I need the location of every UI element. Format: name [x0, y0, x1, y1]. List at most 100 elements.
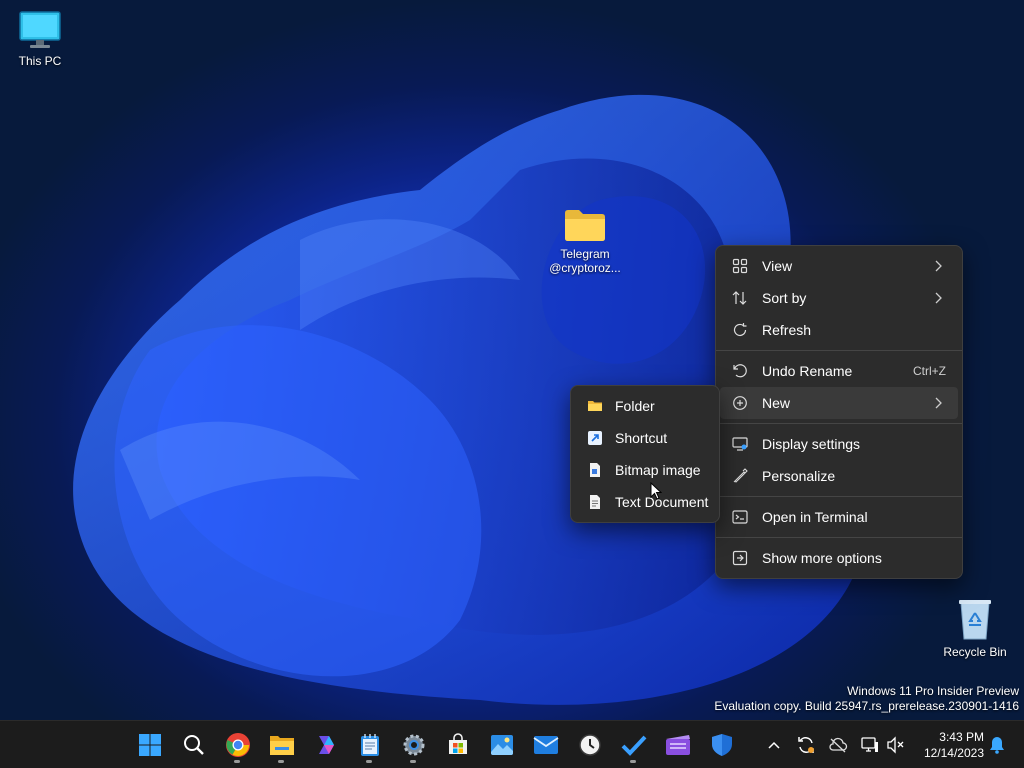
menu-item-undo-rename-label: Undo Rename — [762, 363, 853, 379]
clipchamp-icon — [666, 735, 690, 755]
bell-icon — [990, 737, 1004, 754]
telegram-folder-label: Telegram @cryptoroz... — [549, 247, 621, 275]
undo-icon — [733, 364, 747, 378]
undo-shortcut: Ctrl+Z — [913, 364, 946, 378]
settings-gear-icon — [403, 734, 425, 756]
taskbar-app-todo[interactable] — [614, 725, 654, 765]
submenu-item-text-document[interactable]: Text Document — [575, 486, 715, 518]
running-indicator — [278, 760, 284, 763]
menu-separator — [716, 537, 962, 538]
taskbar: 3:43 PM 12/14/2023 — [0, 720, 1024, 768]
new-submenu: Folder Shortcut Bitmap image Text Docume… — [570, 385, 720, 523]
monitor-icon — [19, 11, 61, 48]
chevron-right-icon — [935, 397, 942, 409]
submenu-item-shortcut-label: Shortcut — [615, 430, 668, 446]
menu-item-new[interactable]: New — [720, 387, 958, 419]
submenu-item-bitmap-image-label: Bitmap image — [615, 462, 701, 478]
this-pc-desktop-icon[interactable]: This PC — [0, 10, 80, 68]
photos-icon — [491, 735, 513, 755]
submenu-item-shortcut[interactable]: Shortcut — [575, 422, 715, 454]
menu-item-show-more-options-label: Show more options — [762, 550, 882, 566]
todo-checkmark-icon — [621, 735, 647, 756]
watermark-line-1: Windows 11 Pro Insider Preview — [847, 684, 1019, 698]
menu-item-personalize-label: Personalize — [762, 468, 836, 484]
chevron-right-icon — [935, 292, 942, 304]
tray-sync-button[interactable] — [794, 733, 818, 757]
sync-icon — [798, 737, 814, 753]
taskbar-clock[interactable]: 3:43 PM 12/14/2023 — [924, 729, 984, 761]
taskbar-app-chrome[interactable] — [218, 725, 258, 765]
menu-separator — [716, 350, 962, 351]
desktop[interactable]: This PC Telegram @cryptoroz... Recycle B… — [0, 0, 1024, 720]
menu-item-new-label: New — [762, 395, 791, 411]
taskbar-app-clock[interactable] — [570, 725, 610, 765]
volume-muted-icon — [887, 736, 904, 754]
menu-item-show-more-options[interactable]: Show more options — [720, 542, 958, 574]
running-indicator — [630, 760, 636, 763]
taskbar-app-notepad[interactable] — [350, 725, 390, 765]
mail-icon — [533, 736, 559, 754]
show-hidden-icons-button[interactable] — [762, 733, 786, 757]
display-icon — [732, 437, 748, 451]
menu-item-open-in-terminal[interactable]: Open in Terminal — [720, 501, 958, 533]
recycle-bin-label: Recycle Bin — [943, 645, 1007, 659]
telegram-folder-desktop-icon[interactable]: Telegram @cryptoroz... — [545, 207, 625, 275]
build-watermark: Windows 11 Pro Insider Preview Evaluatio… — [714, 684, 1019, 714]
submenu-item-folder-label: Folder — [615, 398, 655, 414]
menu-item-display-settings-label: Display settings — [762, 436, 861, 452]
submenu-item-bitmap-image[interactable]: Bitmap image — [575, 454, 715, 486]
taskbar-app-file-explorer[interactable] — [262, 725, 302, 765]
taskbar-app-photos[interactable] — [482, 725, 522, 765]
recycle-bin-icon — [959, 600, 991, 640]
store-icon — [449, 733, 467, 754]
clock-date: 12/14/2023 — [923, 746, 984, 760]
copilot-icon — [319, 736, 334, 754]
terminal-icon — [732, 510, 748, 524]
menu-item-refresh[interactable]: Refresh — [720, 314, 958, 346]
clock-time: 3:43 PM — [939, 730, 984, 744]
chrome-icon — [226, 733, 250, 757]
taskbar-app-defender[interactable] — [702, 725, 742, 765]
tray-network-button[interactable] — [858, 733, 882, 757]
new-icon — [733, 396, 747, 410]
search-button[interactable] — [174, 725, 214, 765]
menu-item-view-label: View — [762, 258, 793, 274]
watermark-line-2: Evaluation copy. Build 25947.rs_prerelea… — [714, 699, 1019, 713]
this-pc-label: This PC — [18, 54, 62, 68]
recycle-bin-desktop-icon[interactable]: Recycle Bin — [935, 597, 1015, 659]
taskbar-app-mail[interactable] — [526, 725, 566, 765]
network-icon — [861, 737, 878, 752]
tray-volume-button[interactable] — [884, 733, 908, 757]
taskbar-app-clipchamp[interactable] — [658, 725, 698, 765]
menu-item-sort-by[interactable]: Sort by — [720, 282, 958, 314]
shield-icon — [712, 734, 732, 756]
menu-item-sort-by-label: Sort by — [762, 290, 807, 306]
cloud-offline-icon — [829, 737, 848, 753]
pen-icon — [733, 468, 748, 483]
menu-item-personalize[interactable]: Personalize — [720, 460, 958, 492]
chevron-up-icon — [768, 741, 780, 749]
notifications-button[interactable] — [985, 733, 1009, 757]
start-button[interactable] — [130, 725, 170, 765]
taskbar-app-copilot[interactable] — [306, 725, 346, 765]
tray-onedrive-button[interactable] — [826, 733, 850, 757]
taskbar-app-store[interactable] — [438, 725, 478, 765]
folder-icon — [588, 401, 602, 411]
submenu-item-folder[interactable]: Folder — [575, 390, 715, 422]
mouse-cursor-icon — [650, 482, 662, 500]
chevron-right-icon — [935, 260, 942, 272]
menu-item-refresh-label: Refresh — [762, 322, 812, 338]
running-indicator — [234, 760, 240, 763]
menu-item-view[interactable]: View — [720, 250, 958, 282]
text-document-icon — [590, 495, 600, 509]
sort-icon — [732, 291, 747, 305]
clock-icon — [579, 734, 601, 756]
running-indicator — [366, 760, 372, 763]
more-options-icon — [732, 550, 748, 566]
taskbar-app-settings[interactable] — [394, 725, 434, 765]
file-explorer-icon — [270, 736, 294, 755]
folder-icon — [565, 210, 605, 241]
menu-separator — [716, 496, 962, 497]
menu-item-display-settings[interactable]: Display settings — [720, 428, 958, 460]
menu-item-undo-rename[interactable]: Undo Rename Ctrl+Z — [720, 355, 958, 387]
